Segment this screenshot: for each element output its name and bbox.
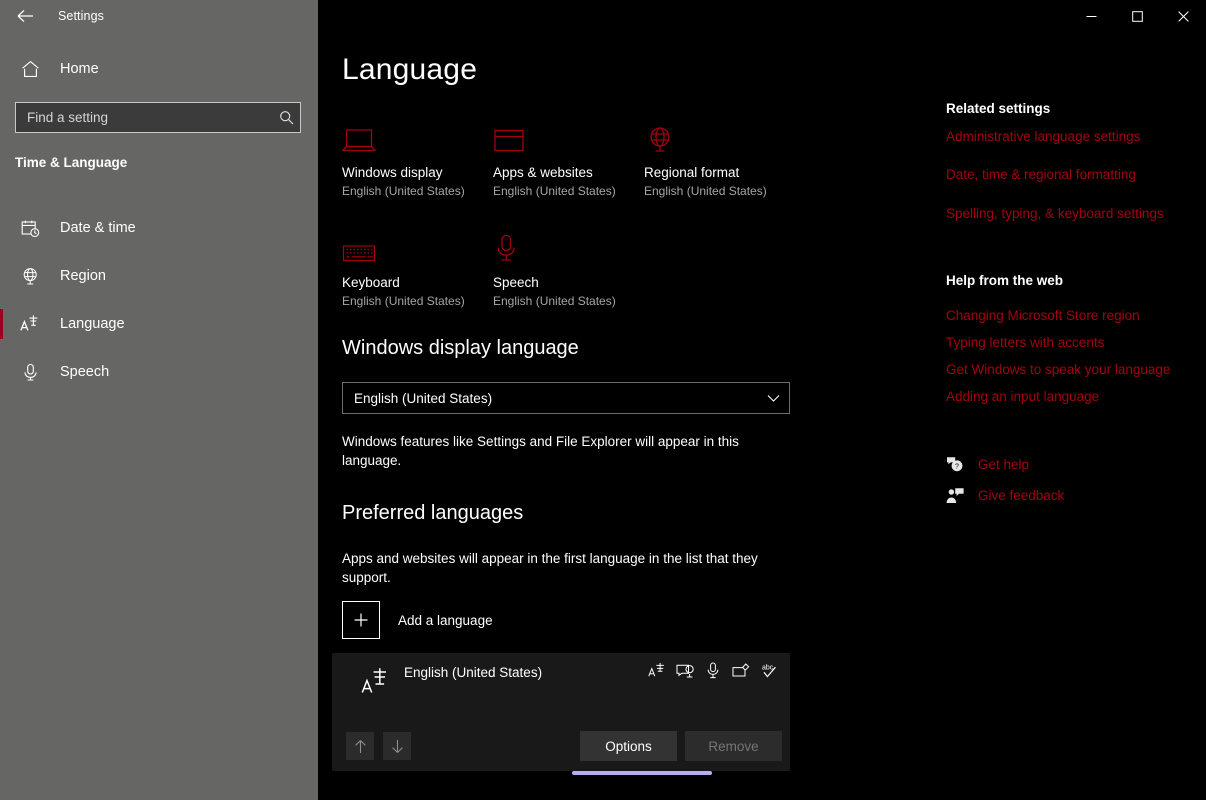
preferred-languages-heading: Preferred languages — [342, 502, 524, 524]
keyboard-icon — [342, 220, 493, 264]
summary-tile-name: Regional format — [644, 165, 740, 180]
help-link-speak-your-language[interactable]: Get Windows to speak your language — [946, 362, 1170, 377]
move-up-button[interactable] — [346, 732, 374, 760]
page-title: Language — [342, 53, 478, 86]
summary-tile-value: English (United States) — [493, 294, 616, 308]
remove-button: Remove — [685, 731, 782, 761]
sidebar-item-date-time-label: Date & time — [60, 220, 136, 236]
sidebar-item-home-label: Home — [60, 61, 99, 77]
language-icon — [20, 314, 40, 334]
sidebar-group-title: Time & Language — [15, 155, 128, 170]
display-language-icon[interactable] — [675, 661, 694, 680]
search-input[interactable] — [16, 110, 272, 125]
language-card-name: English (United States) — [404, 665, 543, 680]
help-link-store-region[interactable]: Changing Microsoft Store region — [946, 308, 1140, 323]
app-title: Settings — [58, 9, 104, 23]
help-link-adding-input-language[interactable]: Adding an input language — [946, 389, 1099, 404]
language-card-scrollbar[interactable] — [572, 771, 712, 775]
language-pack-icon[interactable] — [647, 661, 666, 680]
summary-tile-speech[interactable]: Speech English (United States) — [493, 220, 644, 308]
display-language-dropdown[interactable]: English (United States) — [342, 382, 790, 414]
related-settings-heading: Related settings — [946, 101, 1051, 116]
chevron-down-icon — [757, 394, 789, 403]
display-language-heading: Windows display language — [342, 337, 579, 359]
sidebar-item-speech-label: Speech — [60, 364, 110, 380]
summary-tile-empty — [644, 220, 795, 308]
get-help-label: Get help — [978, 456, 1030, 472]
search-icon — [272, 110, 300, 125]
summary-row: Keyboard English (United States) Speech … — [342, 220, 902, 308]
display-language-description: Windows features like Settings and File … — [342, 434, 739, 468]
handwriting-icon[interactable] — [731, 661, 750, 680]
help-from-web-heading: Help from the web — [946, 273, 1064, 288]
summary-tile-value: English (United States) — [493, 184, 616, 198]
summary-tile-name: Speech — [493, 275, 539, 290]
related-link-date-time-regional[interactable]: Date, time & regional formatting — [946, 167, 1136, 182]
give-feedback-label: Give feedback — [978, 487, 1065, 503]
globe-stand-icon — [644, 110, 795, 154]
window-icon — [493, 110, 644, 154]
sidebar-item-region[interactable]: Region — [0, 252, 318, 300]
add-language-label: Add a language — [398, 612, 493, 628]
summary-tile-apps-websites[interactable]: Apps & websites English (United States) — [493, 110, 644, 198]
sidebar-item-home[interactable]: Home — [20, 59, 318, 79]
give-feedback-link[interactable]: Give feedback — [946, 486, 1064, 504]
summary-tile-value: English (United States) — [342, 294, 465, 308]
home-icon — [20, 59, 40, 79]
spellcheck-icon[interactable]: abc — [759, 661, 778, 680]
speech-icon[interactable] — [703, 661, 722, 680]
language-icon — [360, 665, 390, 697]
options-button[interactable]: Options — [580, 731, 677, 761]
summary-tile-name: Apps & websites — [493, 165, 593, 180]
related-link-administrative[interactable]: Administrative language settings — [946, 129, 1140, 144]
add-language-button[interactable]: Add a language — [342, 601, 493, 639]
summary-tile-windows-display[interactable]: Windows display English (United States) — [342, 110, 493, 198]
microphone-icon — [493, 220, 644, 264]
summary-tile-value: English (United States) — [644, 184, 767, 198]
language-summary-grid: Windows display English (United States) … — [342, 110, 902, 308]
preferred-languages-description: Apps and websites will appear in the fir… — [342, 551, 758, 585]
summary-tile-regional-format[interactable]: Regional format English (United States) — [644, 110, 795, 198]
sidebar-item-language-label: Language — [60, 316, 125, 332]
plus-icon — [342, 601, 380, 639]
move-down-button[interactable] — [383, 732, 411, 760]
sidebar-nav: Date & time Region Language Speech — [0, 204, 318, 396]
search-box[interactable] — [15, 102, 301, 133]
get-help-link[interactable]: ? Get help — [946, 455, 1029, 473]
summary-tile-name: Keyboard — [342, 275, 400, 290]
summary-row: Windows display English (United States) … — [342, 110, 902, 198]
sidebar-item-language[interactable]: Language — [0, 300, 318, 348]
right-rail: Related settings Administrative language… — [946, 0, 1206, 800]
calendar-clock-icon — [20, 218, 40, 238]
settings-window: Settings Home Time & Language — [0, 0, 1206, 800]
sidebar-item-date-time[interactable]: Date & time — [0, 204, 318, 252]
display-language-value: English (United States) — [354, 390, 493, 406]
summary-tile-keyboard[interactable]: Keyboard English (United States) — [342, 220, 493, 308]
microphone-icon — [20, 362, 40, 382]
help-chat-icon: ? — [946, 455, 964, 473]
laptop-icon — [342, 110, 493, 154]
summary-tile-value: English (United States) — [342, 184, 465, 198]
language-card-features: abc — [647, 661, 778, 680]
feedback-person-icon — [946, 486, 964, 504]
sidebar-item-region-label: Region — [60, 268, 106, 284]
language-card-header: English (United States) abc — [332, 653, 790, 707]
globe-stand-icon — [20, 266, 40, 286]
window-titlebar-left: Settings — [0, 0, 318, 32]
language-card[interactable]: English (United States) abc Options Remo… — [332, 653, 790, 771]
svg-text:?: ? — [955, 463, 959, 470]
language-card-actions: Options Remove — [332, 729, 790, 763]
back-arrow-icon[interactable] — [12, 3, 38, 29]
help-link-typing-accents[interactable]: Typing letters with accents — [946, 335, 1104, 350]
related-link-spelling-typing[interactable]: Spelling, typing, & keyboard settings — [946, 206, 1164, 221]
summary-tile-name: Windows display — [342, 165, 443, 180]
sidebar-item-speech[interactable]: Speech — [0, 348, 318, 396]
sidebar: Settings Home Time & Language — [0, 0, 318, 800]
